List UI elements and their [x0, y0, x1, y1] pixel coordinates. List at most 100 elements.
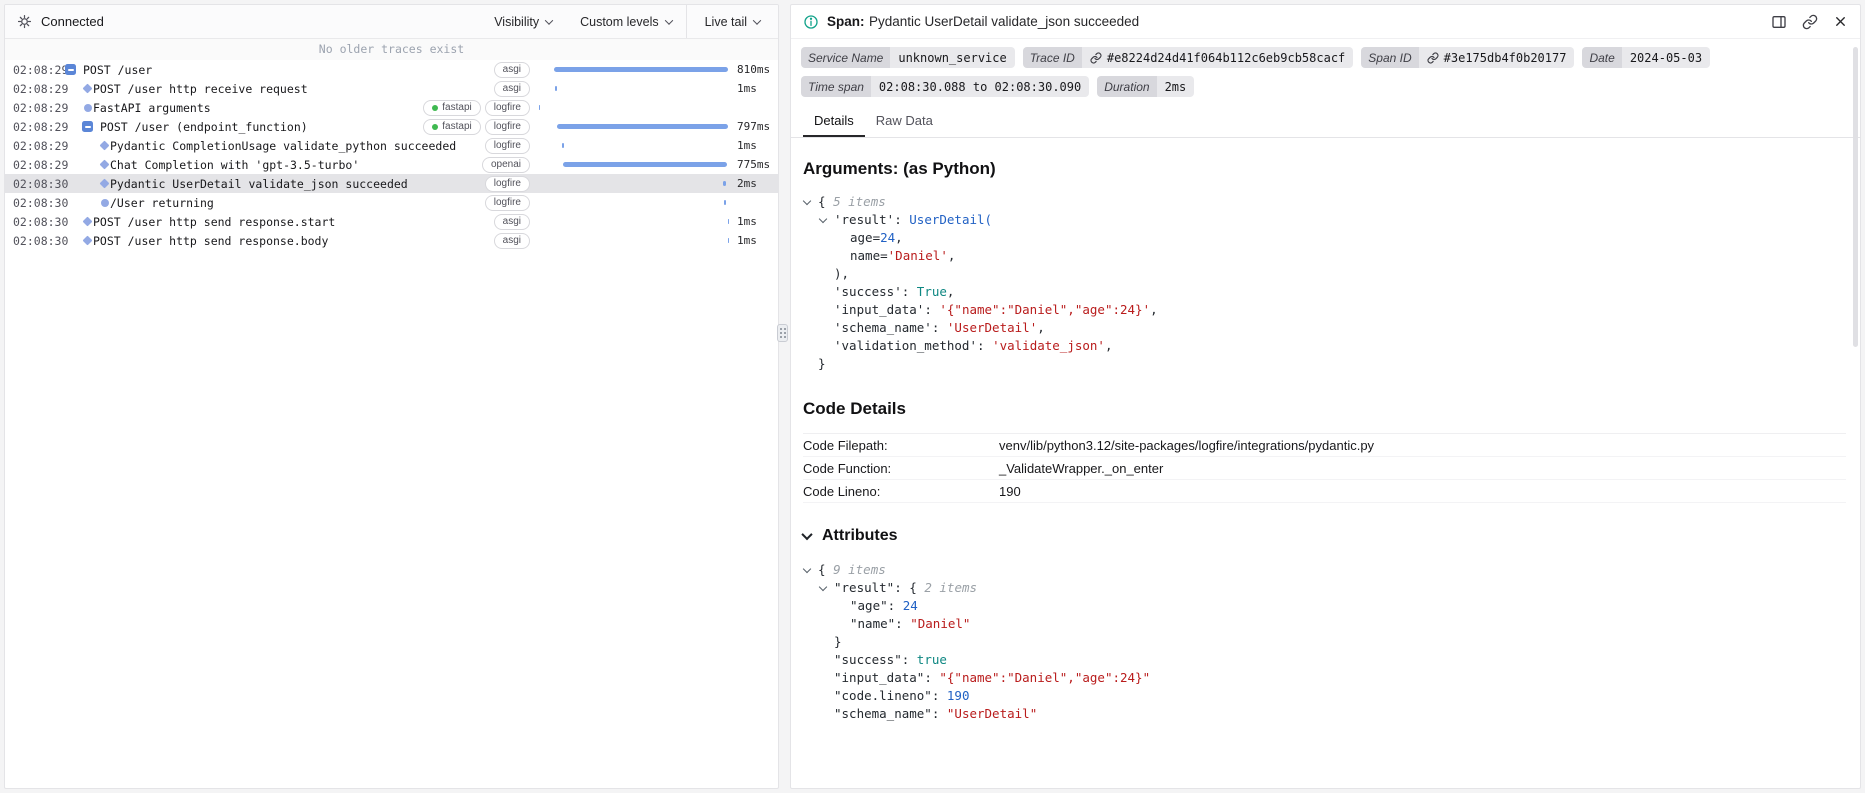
duration-bar	[554, 67, 729, 72]
trace-row[interactable]: 02:08:30 Pydantic UserDetail validate_jso…	[5, 174, 778, 193]
tab-details[interactable]: Details	[803, 105, 865, 137]
scope-badge-logfire: logfire	[484, 194, 530, 211]
service-name-chip-label: Service Name	[801, 47, 891, 68]
collapse-chevron-icon[interactable]	[802, 564, 812, 574]
collapse-toggle-icon[interactable]	[65, 64, 76, 75]
collapse-chevron-icon[interactable]	[818, 582, 828, 592]
fastapi-status-dot-icon	[432, 123, 439, 130]
trace-badges: logfire	[484, 137, 530, 154]
trace-badges: logfire	[484, 194, 530, 211]
code-token: '{"name":"Daniel","age":24}'	[939, 302, 1151, 317]
duration-bar	[562, 143, 564, 148]
duration-chip-value: 2ms	[1156, 76, 1195, 97]
scope-badge-asgi: asgi	[493, 232, 530, 249]
close-icon[interactable]	[1833, 14, 1848, 30]
duration-label: 797ms	[737, 120, 771, 133]
code-token: ),	[834, 266, 850, 281]
code-line: "result": { 2 items	[803, 579, 1846, 597]
date-chip: Date 2024-05-03	[1582, 47, 1711, 68]
collapse-toggle-icon[interactable]	[82, 121, 93, 132]
duration-chip-label: Duration	[1097, 76, 1157, 97]
span-id-chip[interactable]: Span ID #3e175db4f0b20177	[1361, 47, 1575, 68]
trace-tree: POST /user http send response.start	[61, 215, 484, 229]
span-title: Pydantic UserDetail validate_json succee…	[868, 13, 1140, 29]
copy-link-icon[interactable]	[1802, 14, 1818, 30]
code-token: 'success'	[834, 284, 902, 299]
link-icon	[1090, 52, 1102, 63]
scope-badge-logfire: logfire	[484, 137, 530, 154]
dock-panel-icon[interactable]	[1771, 14, 1787, 30]
code-function-value: _ValidateWrapper._on_enter	[999, 460, 1164, 476]
code-token: ,	[1104, 338, 1113, 353]
attributes-heading[interactable]: Attributes	[801, 527, 1846, 545]
duration-bar-track	[538, 231, 730, 250]
code-token: 9 items	[833, 562, 886, 577]
trace-row[interactable]: 02:08:30 POST /user http send response.bo…	[5, 231, 778, 250]
duration-bar-track	[538, 155, 730, 174]
trace-tree: POST /user (endpoint_function)	[61, 120, 413, 134]
trace-badges: asgi	[493, 61, 530, 78]
trace-row[interactable]: 02:08:29 POST /user http receive request a…	[5, 79, 778, 98]
span-id-chip-label: Span ID	[1361, 47, 1419, 68]
tab-raw-data[interactable]: Raw Data	[865, 105, 944, 137]
trace-row[interactable]: 02:08:30/User returning logfire	[5, 193, 778, 212]
duration-label: 810ms	[737, 63, 771, 76]
code-token: :	[977, 338, 993, 353]
trace-row[interactable]: 02:08:29 Chat Completion with 'gpt-3.5-tu…	[5, 155, 778, 174]
trace-id-chip[interactable]: Trace ID #e8224d24d41f064b112c6eb9cb58ca…	[1022, 47, 1354, 68]
trace-timestamp: 02:08:29	[13, 157, 69, 172]
span-meta-row-secondary: Time span 02:08:30.088 to 02:08:30.090 D…	[791, 76, 1860, 97]
scope-badge-asgi: asgi	[493, 213, 530, 230]
code-token: {	[909, 580, 925, 595]
service-name-chip-value: unknown_service	[890, 47, 1015, 68]
code-token: UserDetail(	[909, 212, 993, 227]
code-token: ,	[1150, 302, 1158, 317]
code-detail-row: Code Lineno: 190	[803, 480, 1846, 503]
scope-badge-fastapi: fastapi	[423, 99, 481, 116]
trace-label: FastAPI arguments	[93, 100, 211, 115]
collapse-chevron-icon[interactable]	[802, 196, 812, 206]
trace-row[interactable]: 02:08:29 POST /user (endpoint_function) fa…	[5, 117, 778, 136]
code-token: :	[887, 598, 903, 613]
trace-row[interactable]: 02:08:29 POST /user asgi 810ms	[5, 60, 778, 79]
code-lineno-label: Code Lineno:	[803, 483, 881, 499]
detail-content: Arguments: (as Python) { 5 items'result'…	[791, 138, 1860, 723]
live-tail-dropdown[interactable]: Live tail	[685, 5, 778, 38]
trace-row[interactable]: 02:08:29 Pydantic CompletionUsage validat…	[5, 136, 778, 155]
custom-levels-dropdown[interactable]: Custom levels	[566, 5, 686, 38]
duration-bar-track	[538, 117, 730, 136]
custom-levels-dropdown-label: Custom levels	[580, 14, 659, 29]
duration-bar	[727, 219, 730, 224]
code-line: 'validation_method': 'validate_json',	[803, 337, 1846, 355]
code-line: ),	[803, 265, 1846, 283]
trace-panel: Connected Visibility Custom levels Live …	[4, 4, 779, 789]
duration-bar-track	[538, 98, 730, 117]
code-filepath-label: Code Filepath:	[803, 437, 888, 453]
code-line: { 5 items	[802, 193, 1846, 211]
duration-bar-track	[538, 212, 730, 231]
duration-label: 1ms	[737, 234, 757, 247]
code-line: "success": true	[803, 651, 1846, 669]
code-token: 'result'	[834, 212, 895, 227]
panel-resize-handle[interactable]	[777, 324, 788, 342]
no-older-traces-note: No older traces exist	[5, 39, 778, 60]
trace-label: POST /user (endpoint_function)	[100, 119, 308, 134]
trace-label: POST /user http send response.start	[93, 214, 336, 229]
trace-row[interactable]: 02:08:30 POST /user http send response.st…	[5, 212, 778, 231]
date-chip-value: 2024-05-03	[1621, 47, 1711, 68]
visibility-dropdown[interactable]: Visibility	[480, 5, 566, 38]
collapse-chevron-icon[interactable]	[818, 214, 828, 224]
settings-gear-icon[interactable]	[17, 14, 32, 29]
scrollbar-thumb[interactable]	[1853, 47, 1858, 347]
code-line: { 9 items	[802, 561, 1846, 579]
scope-badge-asgi: asgi	[493, 80, 530, 97]
code-line: "age": 24	[803, 597, 1846, 615]
trace-tree: /User returning	[61, 196, 475, 210]
code-line: "schema_name": "UserDetail"	[803, 705, 1846, 723]
detail-tabs: Details Raw Data	[791, 105, 1860, 138]
trace-row[interactable]: 02:08:29 FastAPI arguments fastapi logfire	[5, 98, 778, 117]
code-token: ,	[946, 284, 955, 299]
code-token: "code.lineno"	[834, 688, 932, 703]
scope-badge-logfire: logfire	[484, 118, 530, 135]
duration-label: 775ms	[737, 158, 771, 171]
